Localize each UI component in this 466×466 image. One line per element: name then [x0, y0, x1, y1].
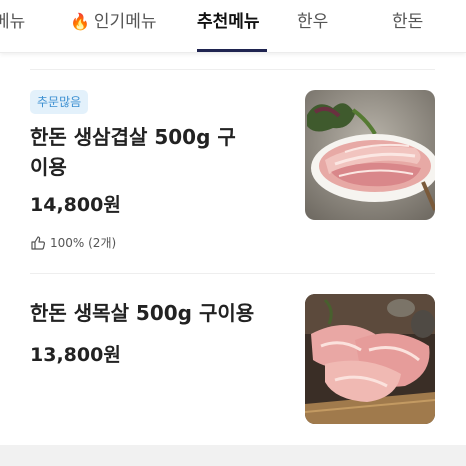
tab-handon[interactable]: 한돈 — [392, 0, 423, 52]
tab-menu[interactable]: 메뉴 — [0, 0, 25, 52]
fire-icon: 🔥 — [70, 12, 90, 31]
footer-band — [0, 445, 466, 466]
tab-hanwoo[interactable]: 한우 — [297, 0, 328, 52]
thumbs-up-icon — [31, 235, 46, 250]
tab-popular-label: 인기메뉴 — [93, 12, 157, 32]
menu-item-price: 13,800원 — [30, 344, 121, 366]
menu-item-pork-belly[interactable]: 추문많음 한돈 생삼겹살 500g 구이용 14,800원 100% (2개) — [30, 90, 435, 260]
likes-text: 100% (2개) — [50, 236, 117, 250]
divider — [30, 273, 435, 274]
likes-rating: 100% (2개) — [30, 234, 116, 251]
tab-handon-label: 한돈 — [392, 12, 424, 32]
popular-order-badge: 추문많음 — [30, 90, 89, 114]
tab-recommended-label: 추천메뉴 — [197, 12, 260, 32]
tab-recommended[interactable]: 추천메뉴 — [197, 0, 260, 52]
menu-item-title: 한돈 생목살 500g 구이용 — [30, 301, 255, 325]
active-tab-indicator — [197, 49, 267, 52]
tab-hanwoo-label: 한우 — [297, 12, 329, 32]
category-tab-bar: 메뉴 🔥 인기메뉴 추천메뉴 한우 한돈 — [0, 0, 466, 53]
menu-item-price: 14,800원 — [30, 194, 121, 216]
pork-neck-photo — [305, 294, 435, 424]
tab-popular[interactable]: 🔥 인기메뉴 — [70, 0, 156, 52]
pork-belly-photo — [305, 90, 435, 220]
menu-item-pork-neck[interactable]: 한돈 생목살 500g 구이용 13,800원 — [30, 294, 435, 426]
divider — [30, 69, 435, 70]
tab-menu-label: 메뉴 — [0, 12, 26, 32]
menu-item-title: 한돈 생삼겹살 500g 구이용 — [30, 125, 236, 179]
